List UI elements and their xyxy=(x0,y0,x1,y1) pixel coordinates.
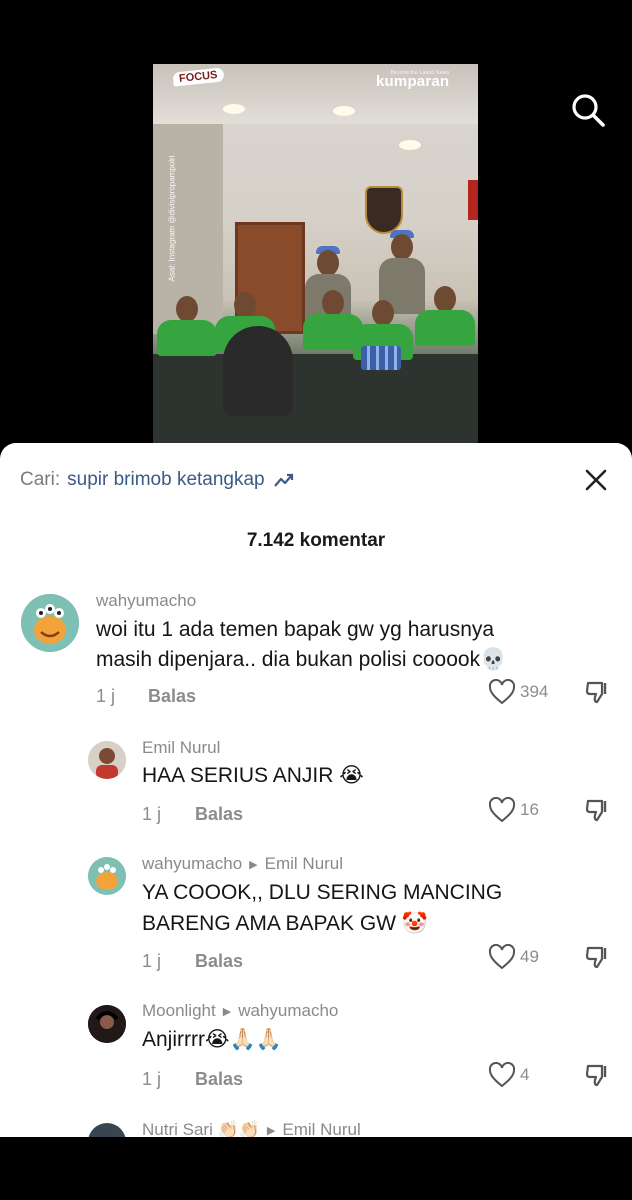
avatar[interactable] xyxy=(88,857,126,895)
thumbs-down-icon[interactable] xyxy=(584,797,610,823)
heart-icon xyxy=(488,679,516,705)
bottom-bar xyxy=(0,1137,632,1200)
monster-avatar-icon xyxy=(21,594,79,652)
monster-avatar-icon xyxy=(88,857,126,895)
avatar[interactable] xyxy=(21,594,79,652)
like-count: 49 xyxy=(520,947,539,966)
reply-button[interactable]: Balas xyxy=(195,1069,243,1090)
kumparan-watermark: Beyond the Latest News kumparan xyxy=(376,70,449,90)
comments-sheet: Cari: supir brimob ketangkap 7.142 komen… xyxy=(0,443,632,1137)
comment-username[interactable]: wahyumacho xyxy=(96,591,196,611)
like-button[interactable]: 4 xyxy=(488,1062,529,1088)
watermark-tagline: Beyond the Latest News xyxy=(390,70,450,76)
comment-text-line: BARENG AMA BAPAK GW 🤡 xyxy=(142,912,428,935)
search-prefix: Cari: xyxy=(20,469,61,490)
reply-to-username[interactable]: Emil Nurul xyxy=(282,1120,360,1137)
seated-person xyxy=(157,296,217,356)
police-emblem xyxy=(365,186,403,234)
search-icon[interactable] xyxy=(568,90,608,130)
ceiling-light xyxy=(223,104,245,114)
comment-text-line: Anjirrrr😭🙏🏻🙏🏻 xyxy=(142,1028,282,1051)
comment-text-line: HAA SERIUS ANJIR 😭 xyxy=(142,764,364,787)
close-icon[interactable] xyxy=(583,467,609,493)
comment-count: 7.142 komentar xyxy=(246,530,386,551)
avatar[interactable] xyxy=(88,1005,126,1043)
thumbs-down-icon[interactable] xyxy=(584,1062,610,1088)
like-count: 16 xyxy=(520,800,539,819)
reply-to-username[interactable]: Emil Nurul xyxy=(265,854,343,874)
avatar[interactable] xyxy=(88,741,126,779)
search-suggestion[interactable]: Cari: supir brimob ketangkap xyxy=(20,469,295,491)
heart-icon xyxy=(488,1062,516,1088)
comment-username[interactable]: Nutri Sari 👏🏻👏🏻 xyxy=(142,1120,260,1137)
reply-arrow-icon: ▶ xyxy=(222,1005,232,1018)
reply-button[interactable]: Balas xyxy=(195,804,243,825)
comment-text-line: woi itu 1 ada temen bapak gw yg harusnya xyxy=(96,618,495,641)
comment-text-line: YA COOOK,, DLU SERING MANCING xyxy=(142,881,503,904)
comment-username[interactable]: Moonlight xyxy=(142,1001,216,1021)
comment-username-row: Nutri Sari 👏🏻👏🏻 ▶ Emil Nurul xyxy=(142,1120,361,1137)
comment-text-line: masih dipenjara.. dia bukan polisi coooo… xyxy=(96,648,507,671)
video-area: FOCUS Beyond the Latest News kumparan As… xyxy=(0,0,632,445)
comment-time: 1 j xyxy=(142,804,162,824)
foreground-head xyxy=(223,326,293,416)
reply-arrow-icon: ▶ xyxy=(266,1124,276,1137)
water-bottles xyxy=(361,346,401,370)
comment-username[interactable]: Emil Nurul xyxy=(142,738,220,758)
thumbs-down-icon[interactable] xyxy=(584,944,610,970)
person-avatar-icon xyxy=(88,1005,126,1043)
ceiling-light xyxy=(333,106,355,116)
comment-username-row: Moonlight ▶ wahyumacho xyxy=(142,1001,338,1021)
reply-to-username[interactable]: wahyumacho xyxy=(238,1001,338,1021)
thumbs-down-icon[interactable] xyxy=(584,679,610,705)
trending-icon xyxy=(273,473,293,487)
heart-icon xyxy=(488,797,516,823)
like-button[interactable]: 394 xyxy=(488,679,548,705)
seated-person xyxy=(415,286,475,346)
avatar[interactable] xyxy=(88,1123,126,1137)
heart-icon xyxy=(488,944,516,970)
reply-button[interactable]: Balas xyxy=(195,951,243,972)
like-count: 4 xyxy=(520,1065,530,1084)
video-thumbnail[interactable]: FOCUS Beyond the Latest News kumparan As… xyxy=(153,64,478,444)
search-query[interactable]: supir brimob ketangkap xyxy=(67,469,265,491)
like-button[interactable]: 16 xyxy=(488,797,539,823)
reply-arrow-icon: ▶ xyxy=(249,858,258,871)
reply-button[interactable]: Balas xyxy=(148,686,196,707)
video-table xyxy=(153,354,478,444)
video-credit: Asal: Instagram @divisipropampolri xyxy=(167,155,177,282)
video-banner xyxy=(468,180,478,220)
comment-time: 1 j xyxy=(142,1069,162,1089)
ceiling-light xyxy=(399,140,421,150)
comment-time: 1 j xyxy=(96,686,116,706)
person-avatar-icon xyxy=(88,741,126,779)
comment-time: 1 j xyxy=(142,951,162,971)
like-button[interactable]: 49 xyxy=(488,944,539,970)
comment-username[interactable]: wahyumacho xyxy=(142,854,242,874)
comment-username-row: wahyumacho ▶ Emil Nurul xyxy=(142,854,343,874)
like-count: 394 xyxy=(520,682,549,701)
